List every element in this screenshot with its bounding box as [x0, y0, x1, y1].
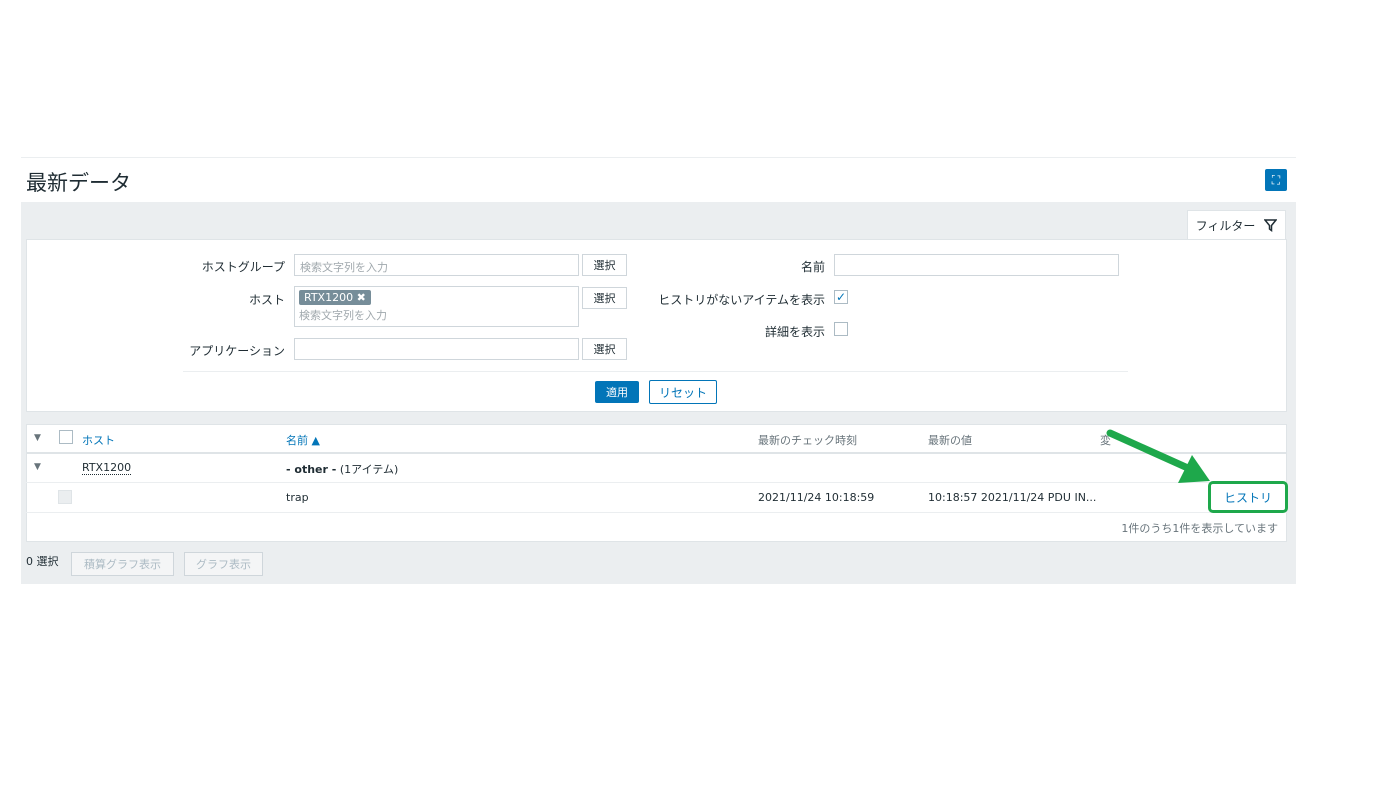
remove-chip-icon[interactable]: ✖ [357, 291, 366, 304]
show-no-history-checkbox[interactable]: ✓ [834, 290, 848, 304]
graph-button[interactable]: グラフ表示 [184, 552, 263, 576]
item-name: trap [286, 491, 309, 504]
application-input[interactable] [294, 338, 579, 360]
select-all-checkbox[interactable] [59, 430, 73, 444]
filter-icon [1264, 219, 1278, 232]
group-count: (1アイテム) [339, 463, 399, 476]
annotation-arrow-icon [1106, 429, 1210, 483]
reset-button[interactable]: リセット [649, 380, 717, 404]
row-divider [26, 482, 1287, 483]
column-last-check: 最新のチェック時刻 [758, 434, 857, 447]
show-details-checkbox[interactable] [834, 322, 848, 336]
stacked-graph-button[interactable]: 積算グラフ表示 [71, 552, 174, 576]
show-no-history-label: ヒストリがないアイテムを表示 [658, 293, 825, 307]
filter-tab-label: フィルター [1195, 219, 1256, 233]
host-group-select-button[interactable]: 選択 [582, 254, 627, 276]
item-last-value: 10:18:57 2021/11/24 PDU IN... [928, 491, 1097, 504]
filter-separator [183, 371, 1128, 372]
apply-button[interactable]: 適用 [595, 381, 639, 403]
group-name: - other - [286, 463, 337, 476]
column-name[interactable]: 名前 ▲ [286, 432, 320, 448]
collapse-all-icon[interactable]: ▼ [34, 433, 41, 443]
show-details-label: 詳細を表示 [764, 325, 825, 339]
application-label: アプリケーション [189, 344, 285, 358]
group-label: - other - (1アイテム) [286, 461, 398, 477]
column-host[interactable]: ホスト [82, 432, 115, 448]
host-group-label: ホストグループ [201, 260, 285, 274]
host-select-button[interactable]: 選択 [582, 287, 627, 309]
host-chip-label: RTX1200 [304, 291, 354, 304]
history-link[interactable]: ヒストリ [1208, 481, 1288, 513]
latest-data-table [26, 424, 1287, 542]
host-group-input[interactable]: 検索文字列を入力 [294, 254, 579, 276]
table-header-divider [26, 452, 1287, 454]
row-divider [26, 512, 1287, 513]
name-input[interactable] [834, 254, 1119, 276]
tab-filter[interactable]: フィルター [1187, 210, 1286, 240]
fullscreen-icon[interactable]: ⛶ [1265, 169, 1287, 191]
name-label: 名前 [800, 260, 825, 274]
host-multiselect[interactable]: RTX1200 ✖ 検索文字列を入力 [294, 286, 579, 327]
item-last-check: 2021/11/24 10:18:59 [758, 491, 875, 504]
group-host[interactable]: RTX1200 [82, 461, 132, 475]
result-count: 1件のうち1件を表示しています [1121, 522, 1278, 535]
column-last-value: 最新の値 [928, 434, 972, 447]
host-label: ホスト [248, 293, 285, 307]
row-checkbox[interactable] [58, 490, 72, 504]
application-select-button[interactable]: 選択 [582, 338, 627, 360]
collapse-group-icon[interactable]: ▼ [34, 462, 41, 472]
host-input-placeholder[interactable]: 検索文字列を入力 [299, 307, 574, 323]
selected-count: 0 選択 [26, 555, 59, 568]
host-chip: RTX1200 ✖ [299, 290, 371, 305]
top-divider [21, 157, 1296, 158]
page-title: 最新データ [26, 171, 131, 195]
